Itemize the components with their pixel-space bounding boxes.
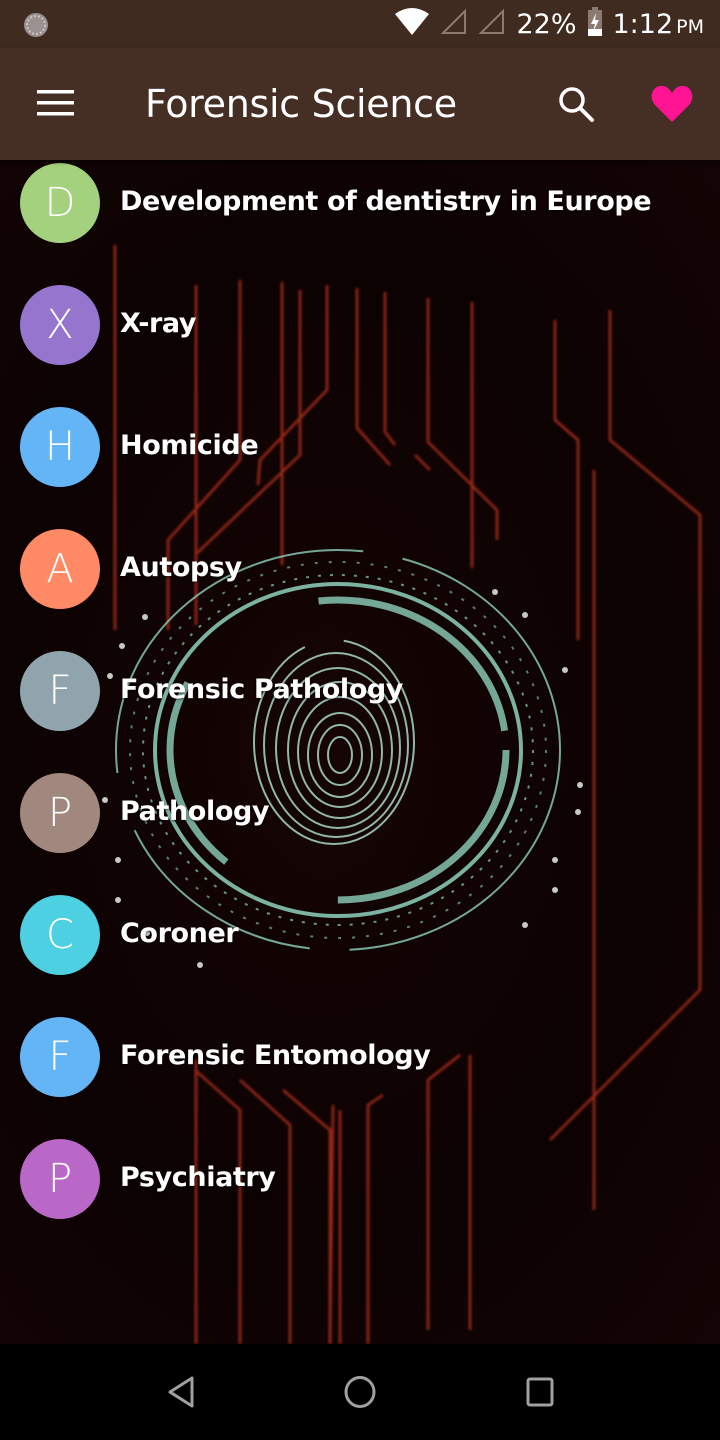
heart-icon [651,85,693,122]
topic-label: Pathology [120,796,270,827]
topic-item-coroner[interactable]: C Coroner [0,892,720,1014]
topic-item-autopsy[interactable]: A Autopsy [0,526,720,648]
topic-item-forensic-entomology[interactable]: F Forensic Entomology [0,1014,720,1136]
menu-button[interactable] [36,86,76,118]
topic-label: X-ray [120,308,197,339]
topic-avatar: H [20,407,100,487]
app-title: Forensic Science [145,82,457,126]
topic-avatar: F [20,1017,100,1097]
topic-item-psychiatry[interactable]: P Psychiatry [0,1136,720,1258]
topic-item-pathology[interactable]: P Pathology [0,770,720,892]
hamburger-menu-icon [37,90,74,116]
recents-icon [526,1377,554,1407]
topic-avatar: P [20,1139,100,1219]
topic-avatar: F [20,651,100,731]
home-button[interactable] [340,1372,380,1412]
app-bar: Forensic Science [0,48,720,160]
favorites-button[interactable] [650,84,694,124]
topic-avatar: X [20,285,100,365]
topic-list-screen: D Development of dentistry in Europe X X… [0,160,720,1344]
battery-percent: 22% [516,8,577,40]
topic-label: Psychiatry [120,1162,276,1193]
topic-label: Coroner [120,918,239,949]
clock: 1:12 PM [613,9,705,40]
search-icon [559,87,594,122]
signal-sim1-icon [440,8,468,41]
recents-button[interactable] [520,1372,560,1412]
clock-ampm: PM [676,15,704,38]
topic-label: Forensic Entomology [120,1040,431,1071]
status-bar: 22% 1:12 PM [0,0,720,48]
home-icon [344,1376,376,1408]
topic-avatar: A [20,529,100,609]
topic-avatar: C [20,895,100,975]
topic-item-development-of-dentistry[interactable]: D Development of dentistry in Europe [0,160,720,282]
battery-charging-icon [587,6,603,42]
topic-avatar: D [20,163,100,243]
topic-item-x-ray[interactable]: X X-ray [0,282,720,404]
topic-item-forensic-pathology[interactable]: F Forensic Pathology [0,648,720,770]
topic-avatar: P [20,773,100,853]
topic-label: Forensic Pathology [120,674,403,705]
topic-label: Homicide [120,430,259,461]
topic-label: Autopsy [120,552,242,583]
sync-indicator-icon [22,11,50,44]
system-navigation-bar [0,1344,720,1440]
wifi-icon [394,7,430,41]
clock-time: 1:12 [612,8,674,40]
topic-item-homicide[interactable]: H Homicide [0,404,720,526]
signal-sim2-icon [478,8,506,41]
back-button[interactable] [162,1372,202,1412]
topic-label: Development of dentistry in Europe [120,186,652,217]
search-button[interactable] [556,84,596,124]
back-icon [168,1376,194,1408]
